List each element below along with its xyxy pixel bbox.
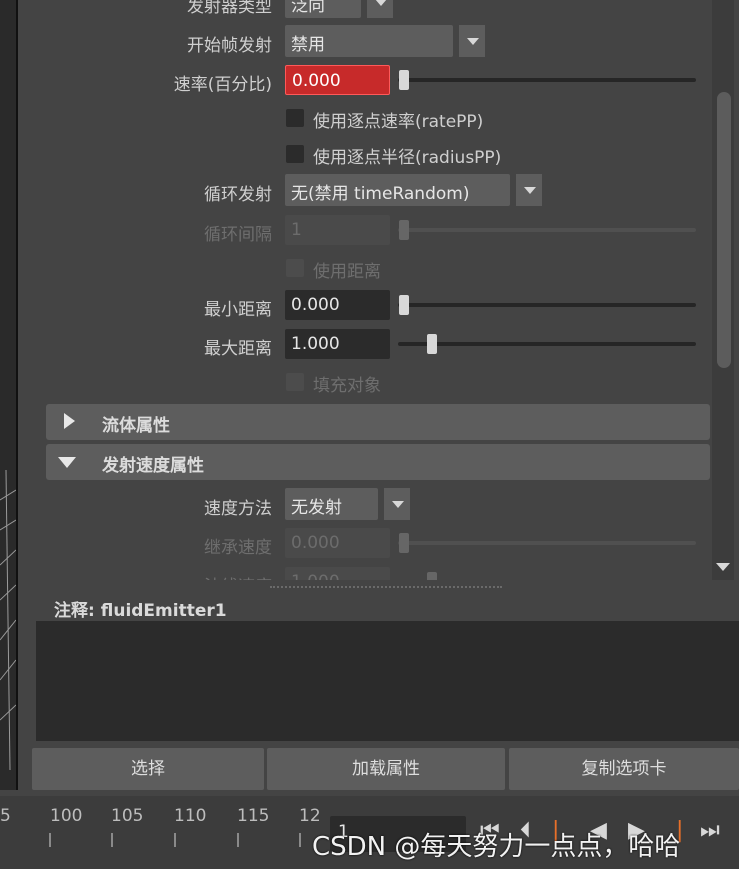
rate-pp-checkbox[interactable] — [286, 109, 304, 127]
fluid-attributes-title: 流体属性 — [102, 416, 170, 436]
go-to-end-icon[interactable]: ⏭ — [700, 818, 720, 843]
select-button[interactable]: 选择 — [32, 748, 264, 790]
tick-mark — [237, 833, 239, 847]
tick-label: 100 — [50, 806, 83, 826]
fill-object-checkbox[interactable] — [286, 373, 304, 391]
tick-label: 110 — [174, 806, 207, 826]
tick-label: 105 — [111, 806, 144, 826]
speed-method-label: 速度方法 — [204, 499, 272, 519]
cycle-interval-slider[interactable] — [398, 228, 696, 232]
max-distance-label: 最大距离 — [204, 339, 272, 359]
min-distance-label: 最小距离 — [204, 300, 272, 320]
normal-speed-row: 法线速度 1.000 — [0, 565, 710, 580]
cycle-emission-dropdown-arrow[interactable] — [514, 174, 542, 206]
tick-mark — [111, 833, 113, 847]
tick-mark — [174, 833, 176, 847]
normal-speed-input[interactable]: 1.000 — [285, 567, 390, 580]
inherit-speed-input[interactable]: 0.000 — [285, 528, 390, 558]
tick-label: 5 — [0, 806, 11, 826]
rate-slider-handle[interactable] — [399, 70, 409, 90]
normal-speed-slider-handle[interactable] — [427, 572, 437, 580]
inherit-speed-slider-handle[interactable] — [399, 533, 409, 553]
expand-arrow-icon — [64, 413, 75, 429]
min-distance-input[interactable]: 0.000 — [285, 290, 390, 320]
resize-handle[interactable] — [270, 586, 502, 588]
normal-speed-label: 法线速度 — [18, 572, 272, 580]
scroll-down-arrow-icon[interactable] — [716, 563, 730, 571]
cycle-interval-input[interactable]: 1 — [285, 215, 390, 245]
cycle-interval-slider-handle[interactable] — [399, 220, 409, 240]
copy-tab-button[interactable]: 复制选项卡 — [509, 748, 739, 790]
max-distance-input[interactable]: 1.000 — [285, 329, 390, 359]
min-distance-slider-handle[interactable] — [399, 295, 409, 315]
start-frame-dropdown[interactable]: 禁用 — [285, 25, 453, 57]
tick-label: 12 — [299, 806, 321, 826]
tick-mark — [49, 833, 51, 847]
cycle-emission-label: 循环发射 — [204, 185, 272, 205]
emitter-type-dropdown[interactable]: 泛向 — [285, 0, 361, 18]
collapse-arrow-icon — [58, 457, 76, 468]
rate-pp-label: 使用逐点速率(ratePP) — [313, 112, 484, 132]
use-distance-label: 使用距离 — [313, 262, 381, 282]
inherit-speed-slider[interactable] — [398, 541, 696, 545]
cycle-emission-dropdown[interactable]: 无(禁用 timeRandom) — [285, 174, 510, 206]
rate-slider[interactable] — [398, 78, 696, 82]
max-distance-slider-handle[interactable] — [427, 334, 437, 354]
emitter-type-dropdown-arrow[interactable] — [365, 0, 393, 18]
notes-label: 注释: fluidEmitter1 — [54, 596, 227, 621]
radius-pp-checkbox[interactable] — [286, 145, 304, 163]
rate-label: 速率(百分比) — [173, 75, 272, 95]
rate-input[interactable]: 0.000 — [285, 65, 390, 95]
min-distance-slider[interactable] — [398, 303, 696, 307]
emitter-type-label: 发射器类型 — [187, 0, 272, 17]
viewport-edge[interactable] — [0, 0, 18, 790]
emission-speed-title: 发射速度属性 — [102, 456, 204, 476]
speed-method-dropdown-arrow[interactable] — [382, 488, 410, 520]
emission-speed-section-header[interactable]: 发射速度属性 — [46, 444, 710, 480]
scrollbar-thumb[interactable] — [717, 92, 731, 368]
fill-object-label: 填充对象 — [313, 376, 381, 396]
watermark: CSDN @每天努力一点点，哈哈 — [312, 832, 681, 862]
inherit-speed-label: 继承速度 — [204, 538, 272, 558]
load-attributes-button[interactable]: 加载属性 — [267, 748, 505, 790]
notes-node-name: fluidEmitter1 — [100, 601, 227, 621]
radius-pp-label: 使用逐点半径(radiusPP) — [313, 148, 502, 168]
use-distance-checkbox[interactable] — [286, 259, 304, 277]
start-frame-label: 开始帧发射 — [187, 36, 272, 56]
tick-mark — [299, 833, 301, 847]
notes-title: 注释: — [54, 601, 95, 621]
notes-textarea[interactable] — [36, 621, 739, 741]
tick-label: 115 — [237, 806, 270, 826]
max-distance-slider[interactable] — [398, 342, 696, 346]
speed-method-dropdown[interactable]: 无发射 — [285, 488, 378, 520]
cycle-interval-label: 循环间隔 — [204, 225, 272, 245]
grid-lines — [0, 470, 16, 770]
start-frame-dropdown-arrow[interactable] — [457, 25, 485, 57]
fluid-attributes-section-header[interactable]: 流体属性 — [46, 404, 710, 440]
